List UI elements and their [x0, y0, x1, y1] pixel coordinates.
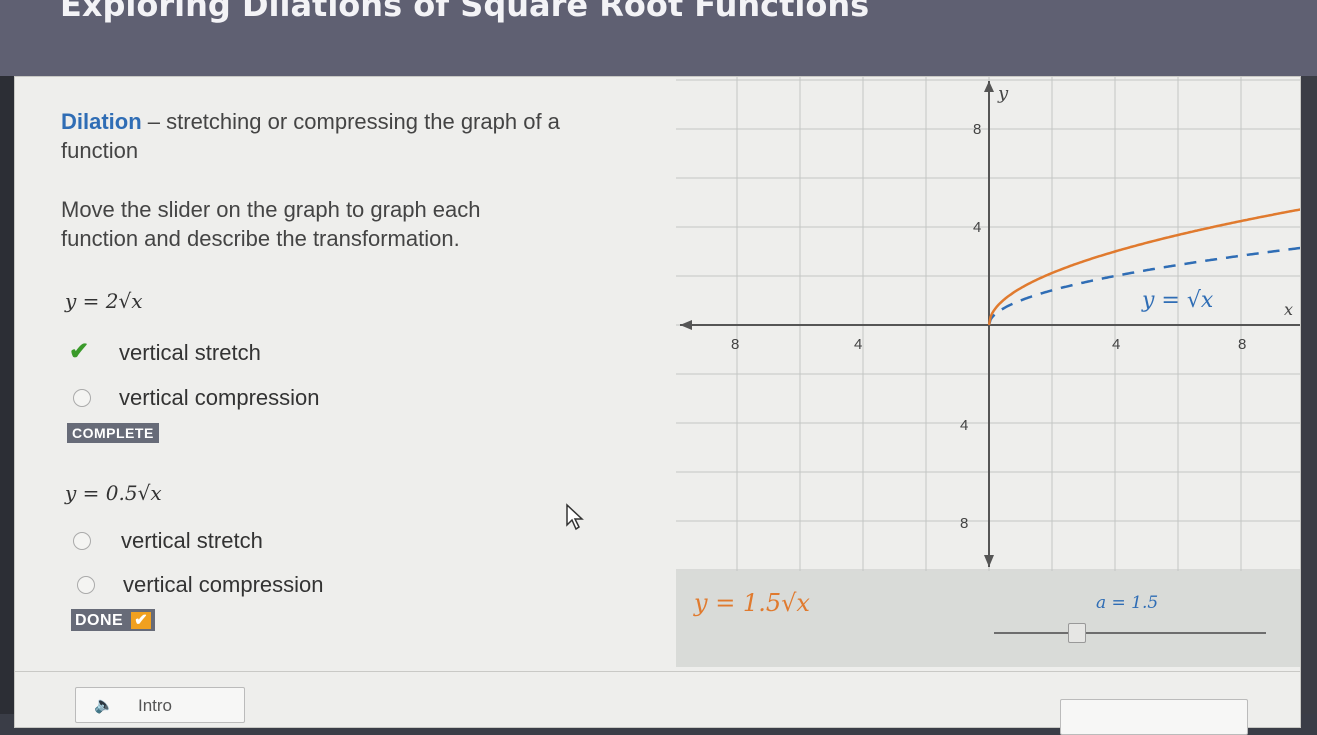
- y-tick-4: 4: [973, 219, 981, 236]
- intro-button[interactable]: 🔈 Intro: [75, 687, 245, 723]
- y-axis-label: y: [997, 83, 1009, 104]
- x-axis-label: x: [1284, 300, 1293, 319]
- y-axis-arrow-up: [984, 81, 994, 92]
- slider-value-label: a = 1.5: [1096, 593, 1159, 613]
- footer-divider: [15, 671, 1300, 672]
- lesson-card: Dilation – stretching or compressing the…: [14, 76, 1301, 735]
- q2-radio-vertical-compression[interactable]: [77, 576, 95, 594]
- slider-thumb[interactable]: [1067, 623, 1086, 643]
- right-edge: [1299, 76, 1317, 714]
- q2-option-vertical-stretch[interactable]: vertical stretch: [121, 528, 263, 554]
- q1-option-vertical-compression[interactable]: vertical compression: [119, 385, 320, 411]
- slider-panel: y = 1.5√x a = 1.5: [676, 571, 1300, 667]
- x-tick-4: 4: [1112, 336, 1120, 353]
- speaker-icon: 🔈: [94, 697, 114, 714]
- q2-done-button[interactable]: DONE ✔: [71, 609, 156, 631]
- parent-function-label: y = √x: [1141, 288, 1214, 313]
- slider-track[interactable]: [994, 632, 1266, 634]
- question-2-equation: y = 0.5√x: [65, 481, 162, 505]
- definition: Dilation – stretching or compressing the…: [61, 107, 631, 165]
- y-tick-neg-8: 8: [960, 515, 968, 532]
- q1-radio-vertical-compression[interactable]: [73, 389, 91, 407]
- x-tick-neg-8: 8: [731, 336, 739, 353]
- y-tick-8: 8: [973, 121, 981, 138]
- checkmark-icon: ✔: [69, 338, 90, 365]
- question-1-equation: y = 2√x: [65, 289, 143, 313]
- app-header: Exploring Dilations of Square Root Funct…: [0, 0, 1317, 76]
- done-check-icon: ✔: [131, 612, 152, 629]
- q1-status-badge: COMPLETE: [67, 423, 159, 443]
- page-title: Exploring Dilations of Square Root Funct…: [60, 0, 870, 24]
- q1-option-vertical-stretch[interactable]: vertical stretch: [119, 340, 261, 366]
- question-panel: Dilation – stretching or compressing the…: [15, 77, 675, 667]
- q2-option-vertical-compression[interactable]: vertical compression: [123, 572, 324, 598]
- instruction-text: Move the slider on the graph to graph ea…: [61, 197, 481, 251]
- x-tick-8: 8: [1238, 336, 1246, 353]
- y-axis-arrow-down: [984, 555, 994, 567]
- parent-function-curve: [987, 246, 1300, 326]
- y-tick-neg-4: 4: [960, 417, 968, 434]
- x-tick-neg-4: 4: [854, 336, 862, 353]
- q2-radio-vertical-stretch[interactable]: [73, 532, 91, 550]
- done-label: DONE: [75, 612, 124, 629]
- intro-label: Intro: [138, 696, 173, 715]
- left-edge: [0, 76, 14, 714]
- definition-term: Dilation: [61, 109, 142, 134]
- mouse-pointer-icon: [566, 503, 584, 531]
- x-axis-arrow-left: [680, 320, 692, 330]
- next-button[interactable]: [1060, 699, 1248, 735]
- dilated-equation: y = 1.5√x: [694, 589, 810, 617]
